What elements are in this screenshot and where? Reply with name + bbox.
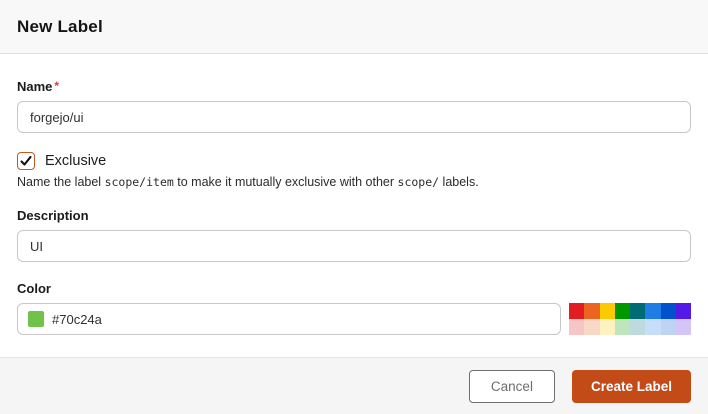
name-label: Name * [17,79,691,94]
modal-body: Name* Exclusive Name the label scope/ite… [0,54,708,357]
help-code-scope: scope/ [397,175,440,189]
palette-swatch[interactable] [645,319,661,335]
name-input[interactable] [17,101,691,133]
color-preview-swatch [28,311,44,327]
exclusive-checkbox-row[interactable]: Exclusive [17,152,691,170]
color-label: Color [17,281,51,296]
description-label: Description [17,208,89,223]
palette-swatch[interactable] [569,303,585,319]
color-input[interactable] [52,311,550,327]
new-label-modal: New Label Name* Exclusive Name the label… [0,0,708,414]
color-input-wrap[interactable] [17,303,561,335]
exclusive-checkbox[interactable] [17,152,35,170]
color-field-block: Color [17,281,691,335]
color-palette [569,303,691,335]
palette-row-light [569,319,691,335]
help-prefix: Name the label [17,175,105,189]
modal-header: New Label [0,0,708,54]
palette-swatch[interactable] [630,319,646,335]
palette-swatch[interactable] [675,319,691,335]
palette-row-saturated [569,303,691,319]
help-suffix: labels. [439,175,479,189]
help-middle: to make it mutually exclusive with other [173,175,398,189]
palette-swatch[interactable] [569,319,585,335]
help-code-scope-item: scope/item [104,175,174,189]
palette-swatch[interactable] [614,319,630,335]
exclusive-help-text: Name the label scope/item to make it mut… [17,175,691,189]
palette-swatch[interactable] [584,303,600,319]
palette-swatch[interactable] [599,303,615,319]
page-title: New Label [17,16,103,36]
create-label-button[interactable]: Create Label [571,369,691,403]
description-field-block: Description [17,208,691,262]
exclusive-label[interactable]: Exclusive [45,153,106,169]
palette-swatch[interactable] [660,319,676,335]
color-row [17,303,691,335]
description-input[interactable] [17,230,691,262]
checkmark-icon [20,155,32,166]
cancel-button[interactable]: Cancel [468,369,555,403]
name-label-text: Name [17,79,53,94]
palette-swatch[interactable] [584,319,600,335]
palette-swatch[interactable] [660,303,676,319]
palette-swatch[interactable] [599,319,615,335]
modal-footer: Cancel Create Label [0,357,708,414]
required-asterisk: * [54,79,60,93]
palette-swatch[interactable] [630,303,646,319]
name-field-block: Name * [17,79,691,133]
palette-swatch[interactable] [614,303,630,319]
palette-swatch[interactable] [675,303,691,319]
palette-swatch[interactable] [645,303,661,319]
